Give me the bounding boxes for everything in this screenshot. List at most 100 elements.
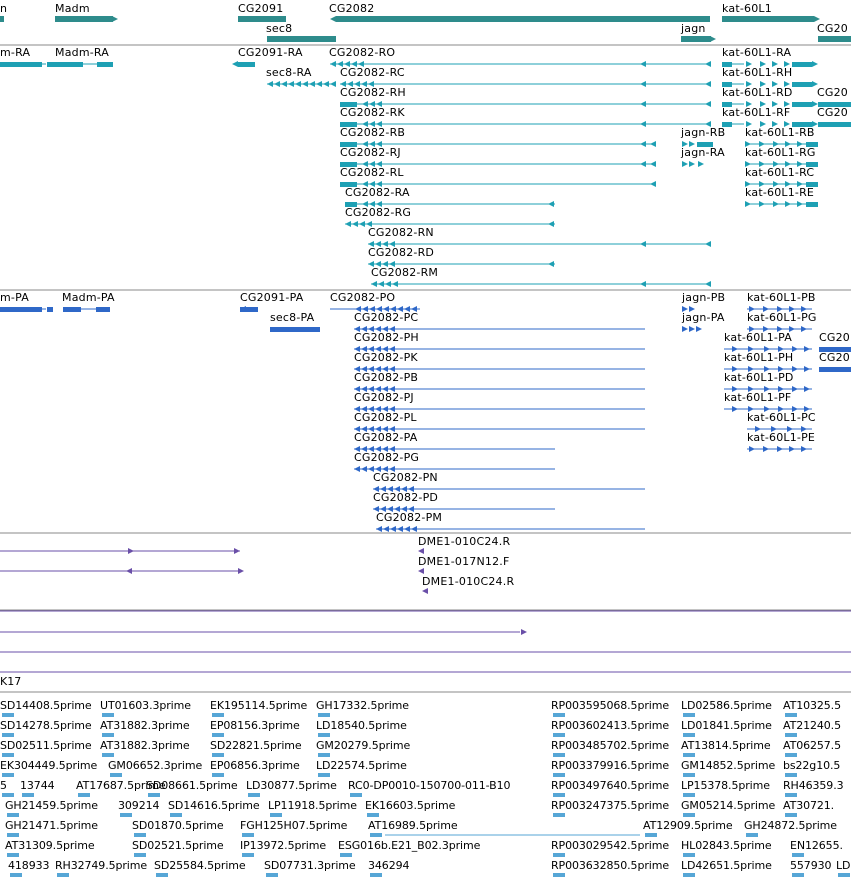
est-label[interactable]: 418933 (8, 859, 50, 872)
est-label[interactable]: UT01603.3prime (100, 699, 191, 712)
est-label[interactable]: LD02586.5prime (681, 699, 772, 712)
est-label[interactable]: GH21459.5prime (5, 799, 98, 812)
transcript-label[interactable]: kat-60L1-RF (722, 106, 790, 119)
transcript-label[interactable]: CG2082-RM (371, 266, 438, 279)
transcript-label[interactable]: CG2082-RN (368, 226, 434, 239)
est-label[interactable]: SD02521.5prime (132, 839, 224, 852)
est-label[interactable]: SD22821.5prime (210, 739, 302, 752)
est-label[interactable]: GM14852.5prime (681, 759, 775, 772)
transcript-label[interactable]: sec8-RA (266, 66, 312, 79)
transcript-label[interactable]: kat-60L1-RD (722, 86, 793, 99)
est-label[interactable]: SD14408.5prime (0, 699, 92, 712)
est-label[interactable]: SD14278.5prime (0, 719, 92, 732)
clone-label[interactable]: DME1-010C24.R (422, 575, 514, 588)
transcript-label[interactable]: kat-60L1-RA (722, 46, 791, 59)
transcript-label[interactable]: CG2091-RA (238, 46, 303, 59)
est-label[interactable]: SD14616.5prime (168, 799, 260, 812)
transcript-label[interactable]: jagn-RA (681, 146, 725, 159)
est-label[interactable]: RH46359.3 (783, 779, 844, 792)
gene-label[interactable]: CG20 (817, 22, 848, 35)
est-label[interactable]: AT13814.5prime (681, 739, 771, 752)
est-label[interactable]: GM06652.3prime (108, 759, 202, 772)
protein-label[interactable]: CG2082-PH (354, 331, 419, 344)
est-label[interactable]: EP06856.3prime (210, 759, 300, 772)
est-label[interactable]: 309214 (118, 799, 160, 812)
est-label[interactable]: SD07731.3prime (264, 859, 356, 872)
est-label[interactable]: SD25584.5prime (154, 859, 246, 872)
est-label[interactable]: LD30877.5prime (246, 779, 337, 792)
est-label[interactable]: EK304449.5prime (0, 759, 97, 772)
est-label[interactable]: LD (836, 859, 851, 872)
est-label[interactable]: 346294 (368, 859, 410, 872)
protein-label[interactable]: CG2082-PC (354, 311, 418, 324)
est-label[interactable]: LP15378.5prime (681, 779, 770, 792)
est-label[interactable]: AT31309.5prime (5, 839, 95, 852)
gene-label[interactable]: n (0, 2, 7, 15)
protein-label[interactable]: sec8-PA (270, 311, 314, 324)
est-label[interactable]: GH24872.5prime (744, 819, 837, 832)
transcript-label[interactable]: jagn-RB (681, 126, 725, 139)
transcript-label[interactable]: kat-60L1-RC (745, 166, 814, 179)
est-label[interactable]: GM05214.5prime (681, 799, 775, 812)
est-label[interactable]: FGH125H07.5prime (240, 819, 347, 832)
protein-label[interactable]: CG2082-PL (354, 411, 417, 424)
protein-label[interactable]: CG2082-PA (354, 431, 417, 444)
est-label[interactable]: GM20279.5prime (316, 739, 410, 752)
est-label[interactable]: HL02843.5prime (681, 839, 772, 852)
transcript-label[interactable]: m-RA (0, 46, 30, 59)
protein-label[interactable]: kat-60L1-PB (747, 291, 816, 304)
clone-label[interactable]: DME1-017N12.F (418, 555, 510, 568)
est-label[interactable]: EN12655. (790, 839, 843, 852)
protein-label[interactable]: kat-60L1-PD (724, 371, 794, 384)
est-label[interactable]: GH21471.5prime (5, 819, 98, 832)
protein-label[interactable]: kat-60L1-PC (747, 411, 816, 424)
est-label[interactable]: AT10325.5 (783, 699, 841, 712)
est-label[interactable]: RP003602413.5prime (551, 719, 669, 732)
est-label[interactable]: RC0-DP0010-150700-011-B10 (348, 779, 510, 792)
est-label[interactable]: LD01841.5prime (681, 719, 772, 732)
est-label[interactable]: LD42651.5prime (681, 859, 772, 872)
est-label[interactable]: IP13972.5prime (240, 839, 326, 852)
protein-label[interactable]: kat-60L1-PF (724, 391, 791, 404)
gene-label[interactable]: Madm (55, 2, 90, 15)
est-label[interactable]: RP003595068.5prime (551, 699, 669, 712)
protein-label[interactable]: CG2082-PG (354, 451, 419, 464)
transcript-label[interactable]: CG20 (817, 86, 848, 99)
protein-label[interactable]: m-PA (0, 291, 29, 304)
transcript-label[interactable]: Madm-RA (55, 46, 109, 59)
est-label[interactable]: SD08661.5prime (146, 779, 238, 792)
transcript-label[interactable]: CG2082-RH (340, 86, 406, 99)
protein-label[interactable]: CG2091-PA (240, 291, 303, 304)
est-label[interactable]: bs22g10.5 (783, 759, 840, 772)
transcript-label[interactable]: CG2082-RA (345, 186, 410, 199)
clone-label[interactable]: DME1-010C24.R (418, 535, 510, 548)
transcript-label[interactable]: CG2082-RO (329, 46, 395, 59)
transcript-label[interactable]: CG2082-RG (345, 206, 411, 219)
protein-label[interactable]: jagn-PA (682, 311, 725, 324)
protein-label[interactable]: jagn-PB (682, 291, 725, 304)
gene-label[interactable]: CG2091 (238, 2, 283, 15)
protein-label[interactable]: CG2082-PN (373, 471, 438, 484)
est-label[interactable]: AT31882.3prime (100, 739, 190, 752)
transcript-label[interactable]: kat-60L1-RG (745, 146, 816, 159)
transcript-label[interactable]: CG20 (817, 106, 848, 119)
est-label[interactable]: EK195114.5prime (210, 699, 307, 712)
protein-label[interactable]: CG2082-PD (373, 491, 438, 504)
est-label[interactable]: SD02511.5prime (0, 739, 92, 752)
est-label[interactable]: RP003632850.5prime (551, 859, 669, 872)
gene-label[interactable]: CG2082 (329, 2, 374, 15)
est-label[interactable]: AT21240.5 (783, 719, 841, 732)
transcript-label[interactable]: CG2082-RJ (340, 146, 401, 159)
protein-label[interactable]: kat-60L1-PE (747, 431, 815, 444)
est-label[interactable]: RP003497640.5prime (551, 779, 669, 792)
protein-label[interactable]: CG2082-PO (330, 291, 395, 304)
gene-label[interactable]: jagn (681, 22, 706, 35)
transcript-label[interactable]: kat-60L1-RH (722, 66, 792, 79)
protein-label[interactable]: kat-60L1-PH (724, 351, 793, 364)
gene-label[interactable]: sec8 (266, 22, 292, 35)
est-label[interactable]: RP003029542.5prime (551, 839, 669, 852)
transcript-label[interactable]: CG2082-RK (340, 106, 405, 119)
est-label[interactable]: AT31882.3prime (100, 719, 190, 732)
est-label[interactable]: AT16989.5prime (368, 819, 458, 832)
est-label[interactable]: LD18540.5prime (316, 719, 407, 732)
